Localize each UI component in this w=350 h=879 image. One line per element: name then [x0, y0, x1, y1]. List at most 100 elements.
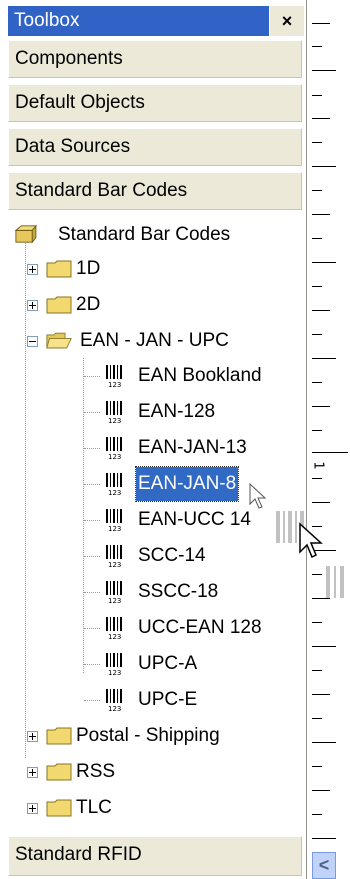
svg-text:123: 123 — [108, 417, 121, 425]
drag-cursor-icon — [249, 482, 267, 509]
svg-text:123: 123 — [108, 597, 121, 605]
barcode-tree: Standard Bar Codes 1D 2D EAN - JAN - UPC… — [8, 214, 304, 836]
ruler-tick — [312, 502, 330, 503]
ruler-tick — [312, 334, 322, 335]
tree-item-label: UCC-EAN 128 — [138, 617, 262, 638]
tree-guide-line — [84, 556, 100, 557]
tree-guide-line — [84, 448, 100, 449]
barcode-icon: 123 — [106, 617, 122, 641]
ruler-tick — [312, 214, 330, 215]
close-icon[interactable]: × — [269, 6, 304, 36]
ruler-tick — [312, 622, 322, 623]
ruler-tick — [312, 70, 336, 71]
vertical-ruler: 1 — [311, 0, 350, 879]
folder-icon — [46, 296, 72, 314]
tree-item-barcode[interactable]: 123 SCC-14 — [8, 539, 304, 573]
tree-item-label: UPC-E — [138, 689, 198, 710]
tree-guide-line — [84, 376, 100, 377]
ruler-tick — [312, 286, 322, 287]
ruler-tick — [312, 238, 322, 239]
barcode-icon: 123 — [106, 401, 122, 425]
ruler-tick — [312, 23, 330, 24]
barcode-icon: 123 — [106, 653, 122, 677]
category-standard-rfid[interactable]: Standard RFID — [8, 836, 302, 876]
folder-icon — [46, 727, 72, 745]
expand-icon[interactable] — [27, 803, 38, 814]
tree-item-label: EAN-128 — [138, 401, 216, 422]
tree-item-barcode[interactable]: 123 EAN-128 — [8, 395, 304, 429]
tree-guide-line — [84, 700, 100, 701]
ruler-tick — [312, 478, 322, 479]
tree-folder-rss[interactable]: RSS — [8, 755, 304, 789]
ruler-tick — [312, 262, 336, 263]
collapse-icon[interactable] — [27, 336, 38, 347]
tree-folder-label: TLC — [76, 797, 112, 818]
tree-folder-ean-jan-upc[interactable]: EAN - JAN - UPC — [8, 324, 304, 358]
ruler-tick — [312, 814, 322, 815]
barcode-icon: 123 — [106, 365, 122, 389]
tree-folder-label: Postal - Shipping — [76, 725, 220, 746]
tree-item-label: EAN-JAN-8 — [134, 466, 240, 502]
tree-guide-line — [84, 412, 100, 413]
tree-folder-label: 1D — [76, 258, 101, 279]
tree-folder-2d[interactable]: 2D — [8, 288, 304, 322]
tree-item-barcode[interactable]: 123 SSCC-18 — [8, 575, 304, 609]
tree-folder-1d[interactable]: 1D — [8, 252, 304, 286]
ruler-tick — [312, 166, 336, 167]
tree-item-barcode[interactable]: 123 UCC-EAN 128 — [8, 611, 304, 645]
svg-text:123: 123 — [108, 633, 121, 641]
tree-item-barcode[interactable]: 123 UPC-A — [8, 647, 304, 681]
ruler-tick — [312, 46, 322, 47]
tree-folder-label: EAN - JAN - UPC — [80, 330, 229, 351]
tree-item-barcode[interactable]: 123 EAN-JAN-13 — [8, 431, 304, 465]
barcode-icon: 123 — [106, 509, 122, 533]
ruler-tick — [312, 310, 330, 311]
category-components[interactable]: Components — [8, 40, 302, 78]
tree-guide-line — [84, 628, 100, 629]
ruler-tick — [312, 670, 322, 671]
ruler-tick — [312, 838, 336, 839]
expand-icon[interactable] — [27, 767, 38, 778]
drag-ghost-barcode — [326, 566, 344, 598]
ruler-tick-major — [312, 452, 348, 453]
tree-folder-label: RSS — [76, 761, 116, 782]
category-default-objects[interactable]: Default Objects — [8, 84, 302, 122]
expand-icon[interactable] — [27, 731, 38, 742]
tree-guide-line — [84, 520, 100, 521]
tree-item-label: EAN-UCC 14 — [138, 509, 251, 530]
ruler-tick — [312, 142, 322, 143]
scroll-left-icon[interactable]: < — [312, 852, 336, 879]
ruler-tick — [312, 766, 322, 767]
tree-item-barcode[interactable]: 123 UPC-E — [8, 683, 304, 717]
tree-guide-line — [84, 592, 100, 593]
svg-text:123: 123 — [108, 561, 121, 569]
tree-guide-line — [84, 664, 100, 665]
tree-item-label: EAN-JAN-13 — [138, 437, 247, 458]
tree-item-label: UPC-A — [138, 653, 198, 674]
category-standard-bar-codes[interactable]: Standard Bar Codes — [8, 172, 302, 210]
tree-folder-postal-shipping[interactable]: Postal - Shipping — [8, 719, 304, 753]
barcode-icon: 123 — [106, 473, 122, 497]
ruler-tick — [312, 646, 336, 647]
toolbox-panel: Toolbox × Components Default Objects Dat… — [0, 0, 307, 879]
toolbox-titlebar: Toolbox × — [8, 6, 304, 36]
expand-icon[interactable] — [27, 300, 38, 311]
tree-item-barcode[interactable]: 123 EAN Bookland — [8, 359, 304, 393]
svg-text:123: 123 — [108, 381, 121, 389]
tree-folder-label: 2D — [76, 294, 101, 315]
folder-icon — [46, 799, 72, 817]
ruler-tick — [312, 790, 330, 791]
tree-item-label: EAN Bookland — [138, 365, 262, 386]
category-data-sources[interactable]: Data Sources — [8, 128, 302, 166]
svg-text:123: 123 — [108, 705, 121, 713]
ruler-tick — [312, 406, 330, 407]
barcode-icon: 123 — [106, 581, 122, 605]
tree-root-node[interactable]: Standard Bar Codes — [8, 218, 304, 252]
tree-folder-tlc[interactable]: TLC — [8, 791, 304, 825]
ruler-tick — [312, 742, 336, 743]
ruler-tick — [312, 358, 336, 359]
ruler-tick — [312, 95, 322, 96]
expand-icon[interactable] — [27, 264, 38, 275]
tree-root-label: Standard Bar Codes — [58, 224, 231, 245]
ruler-tick — [312, 718, 322, 719]
